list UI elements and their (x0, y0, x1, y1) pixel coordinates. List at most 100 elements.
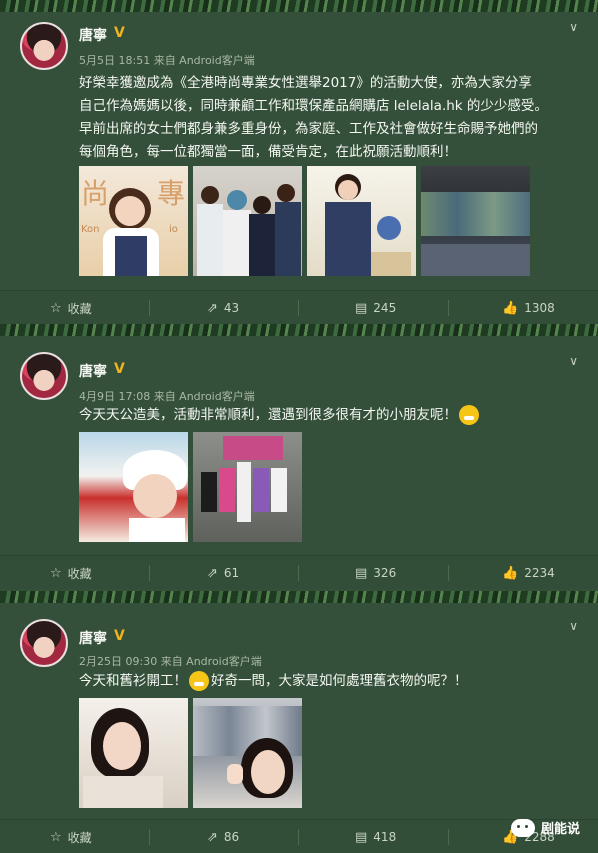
avatar[interactable] (20, 22, 68, 70)
username[interactable]: 唐寧 (79, 25, 107, 45)
post-photo[interactable] (193, 698, 302, 808)
repost-icon: ⇗ (207, 300, 218, 316)
post-photo[interactable] (79, 432, 188, 542)
favorite-label: 收藏 (67, 566, 92, 581)
action-bar: ☆ 收藏 ⇗ 43 ▤ 245 👍 1308 (0, 290, 598, 324)
photo-sign-text: 尚 (81, 177, 110, 210)
favorite-label: 收藏 (67, 830, 92, 845)
repost-icon: ⇗ (207, 829, 218, 845)
comment-button[interactable]: ▤ 326 (355, 556, 396, 590)
like-count: 2234 (524, 566, 555, 580)
divider (448, 300, 449, 316)
photo-figure (115, 196, 145, 226)
photo-figure (338, 180, 358, 200)
verified-badge-icon: V (114, 628, 125, 644)
post-photo[interactable] (307, 166, 416, 276)
repost-button[interactable]: ⇗ 43 (207, 291, 239, 325)
photo-figure (249, 214, 275, 276)
post-photo[interactable] (421, 166, 530, 276)
weibo-post: 唐寧 V 5月5日 18:51 来自 Android客户端 ∨ 好榮幸獲邀成為《… (0, 12, 598, 324)
divider (448, 829, 449, 845)
comment-count: 418 (373, 830, 397, 844)
photo-figure (277, 184, 295, 202)
like-count: 1308 (524, 301, 555, 315)
avatar[interactable] (20, 352, 68, 400)
comment-icon: ▤ (355, 300, 368, 316)
watermark: 剧能说 (510, 818, 580, 837)
photo-figure (227, 764, 243, 784)
chevron-down-icon[interactable]: ∨ (569, 20, 578, 34)
weibo-post: 唐寧 V 2月25日 09:30 来自 Android客户端 ∨ 今天和舊衫開工… (0, 603, 598, 853)
divider (448, 565, 449, 581)
post-text-line: 早前出席的女士們都身兼多重身份，為家庭、工作及社會做好生命賜予她們的 (79, 121, 538, 137)
post-photo[interactable] (193, 166, 302, 276)
like-button[interactable]: 👍 1308 (502, 291, 555, 325)
photo-figure (223, 210, 251, 276)
post-text: 今天和舊衫開工！ 好奇一問，大家是如何處理舊衣物的呢？！ (79, 670, 579, 693)
photo-figure (223, 436, 283, 460)
repost-count: 61 (223, 566, 240, 580)
action-bar: ☆ 收藏 ⇗ 61 ▤ 326 👍 2234 (0, 555, 598, 589)
favorite-button[interactable]: ☆ 收藏 (50, 556, 92, 590)
divider (149, 829, 150, 845)
star-icon: ☆ (50, 565, 62, 581)
post-text-line: 今天和舊衫開工！ (79, 673, 187, 689)
photo-figure (115, 236, 147, 276)
post-text-line: 好榮幸獲邀成為《全港時尚專業女性選舉2017》的活動大使，亦為大家分享 (79, 75, 532, 91)
wechat-icon (510, 818, 535, 837)
photo-figure (237, 462, 251, 522)
post-meta: 4月9日 17:08 来自 Android客户端 (79, 390, 255, 403)
photo-figure (129, 518, 185, 542)
username[interactable]: 唐寧 (79, 628, 107, 648)
divider (149, 565, 150, 581)
verified-badge-icon: V (114, 361, 125, 377)
leaf-border (0, 324, 598, 336)
post-meta: 5月5日 18:51 来自 Android客户端 (79, 54, 255, 67)
photo-sign-text: 專 (157, 177, 186, 210)
post-photo[interactable]: 尚 專 Kon io (79, 166, 188, 276)
photo-figure (251, 750, 285, 794)
photo-figure (253, 196, 271, 214)
like-button[interactable]: 👍 2234 (502, 556, 555, 590)
favorite-button[interactable]: ☆ 收藏 (50, 820, 92, 853)
favorite-button[interactable]: ☆ 收藏 (50, 291, 92, 325)
comment-button[interactable]: ▤ 245 (355, 291, 396, 325)
photo-figure (271, 468, 287, 512)
leaf-border-top (0, 0, 598, 12)
watermark-text: 剧能说 (540, 822, 580, 837)
post-text-line: 自己作為媽媽以後，同時兼顧工作和環保產品網購店 lelelala.hk 的少少感… (79, 98, 548, 114)
post-photo[interactable] (79, 698, 188, 808)
comment-icon: ▤ (355, 565, 368, 581)
chevron-down-icon[interactable]: ∨ (569, 619, 578, 633)
thumbs-up-icon: 👍 (502, 565, 519, 581)
photo-sign-text: Kon (81, 224, 100, 235)
thumbs-up-icon: 👍 (502, 300, 519, 316)
divider (149, 300, 150, 316)
username[interactable]: 唐寧 (79, 361, 107, 381)
photo-figure (325, 202, 371, 276)
post-text-line: 每個角色，每一位都獨當一面，備受肯定，在此祝願活動順利！ (79, 144, 457, 160)
comment-button[interactable]: ▤ 418 (355, 820, 396, 853)
post-text: 好榮幸獲邀成為《全港時尚專業女性選舉2017》的活動大使，亦為大家分享 自己作為… (79, 72, 579, 164)
photo-figure (83, 776, 163, 808)
repost-count: 86 (223, 830, 240, 844)
comment-count: 245 (373, 301, 397, 315)
divider (298, 829, 299, 845)
repost-button[interactable]: ⇗ 61 (207, 556, 239, 590)
photo-figure (227, 190, 247, 210)
avatar[interactable] (20, 619, 68, 667)
photo-figure (133, 474, 177, 518)
photo-figure (201, 186, 219, 204)
post-photo[interactable] (193, 432, 302, 542)
repost-button[interactable]: ⇗ 86 (207, 820, 239, 853)
post-text-line: 好奇一問，大家是如何處理舊衣物的呢？！ (211, 673, 468, 689)
post-text-line: 今天天公造美，活動非常順利，還遇到很多很有才的小朋友呢！ (79, 407, 457, 423)
photo-figure (421, 192, 530, 236)
laughing-emoji-icon (459, 405, 479, 425)
verified-badge-icon: V (114, 25, 125, 41)
photo-figure (377, 216, 401, 240)
chevron-down-icon[interactable]: ∨ (569, 354, 578, 368)
leaf-border (0, 591, 598, 603)
photo-figure (103, 722, 141, 770)
repost-count: 43 (223, 301, 240, 315)
